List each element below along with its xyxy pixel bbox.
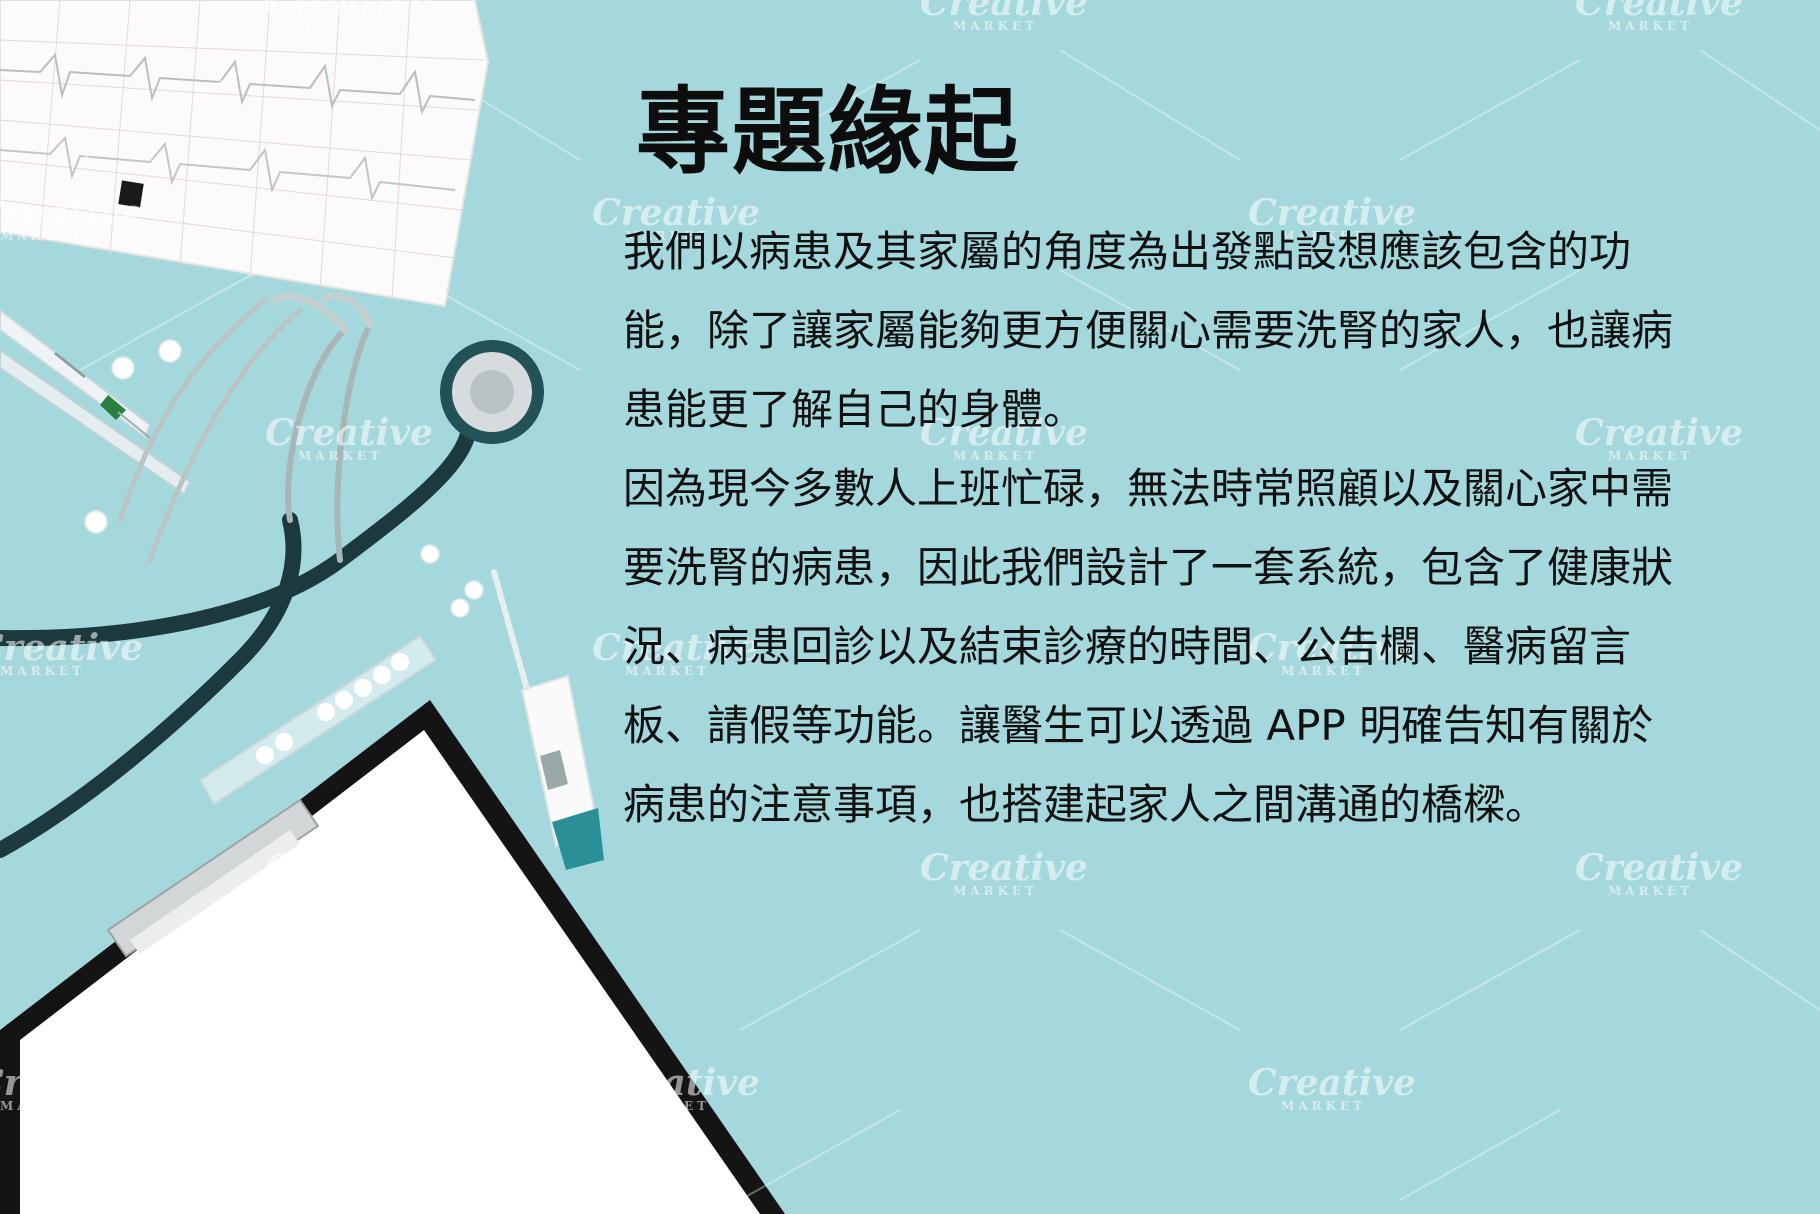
body-line: 患能更了解自己的身體。 <box>623 385 1086 434</box>
stethoscope-chestpiece <box>440 340 544 444</box>
body-line: 能，除了讓家屬能夠更方便關心需要洗腎的家人，也讓病 <box>623 306 1674 355</box>
svg-text:Creative: Creative <box>920 847 1088 889</box>
svg-text:MARKET: MARKET <box>953 19 1038 33</box>
svg-text:MARKET: MARKET <box>0 664 85 678</box>
svg-text:MARKET: MARKET <box>298 449 383 463</box>
svg-text:MARKET: MARKET <box>625 1099 710 1113</box>
svg-text:Creative: Creative <box>1575 847 1743 889</box>
svg-text:MARKET: MARKET <box>953 884 1038 898</box>
svg-text:Creative: Creative <box>0 627 143 669</box>
body-line: 因為現今多數人上班忙碌，無法時常照顧以及關心家中需 <box>623 464 1674 513</box>
body-line: 病患的注意事項，也搭建起家人之間溝通的橋樑。 <box>623 780 1548 829</box>
slide-body: 我們以病患及其家屬的角度為出發點設想應該包含的功 能，除了讓家屬能夠更方便關心需… <box>623 212 1818 844</box>
svg-text:MARKET: MARKET <box>298 19 383 33</box>
svg-text:MARKET: MARKET <box>0 1099 85 1113</box>
svg-text:Creative: Creative <box>0 1062 143 1104</box>
slide-title: 專題緣起 <box>636 78 1021 187</box>
svg-text:MARKET: MARKET <box>1608 19 1693 33</box>
body-line: 況、病患回診以及結束診療的時間、公告欄、醫病留言 <box>623 622 1632 671</box>
svg-text:Creative: Creative <box>1248 1062 1416 1104</box>
svg-text:MARKET: MARKET <box>298 884 383 898</box>
svg-text:Creative: Creative <box>0 192 143 234</box>
svg-text:MARKET: MARKET <box>1608 884 1693 898</box>
svg-text:Creative: Creative <box>265 847 433 889</box>
body-line: 要洗腎的病患，因此我們設計了一套系統，包含了健康狀 <box>623 543 1674 592</box>
svg-text:Creative: Creative <box>265 412 433 454</box>
svg-text:Creative: Creative <box>592 1062 760 1104</box>
body-line: 板、請假等功能。讓醫生可以透過 APP 明確告知有關於 <box>623 701 1654 750</box>
body-line: 我們以病患及其家屬的角度為出發點設想應該包含的功 <box>623 227 1632 276</box>
svg-text:MARKET: MARKET <box>1281 1099 1366 1113</box>
svg-text:MARKET: MARKET <box>0 229 85 243</box>
